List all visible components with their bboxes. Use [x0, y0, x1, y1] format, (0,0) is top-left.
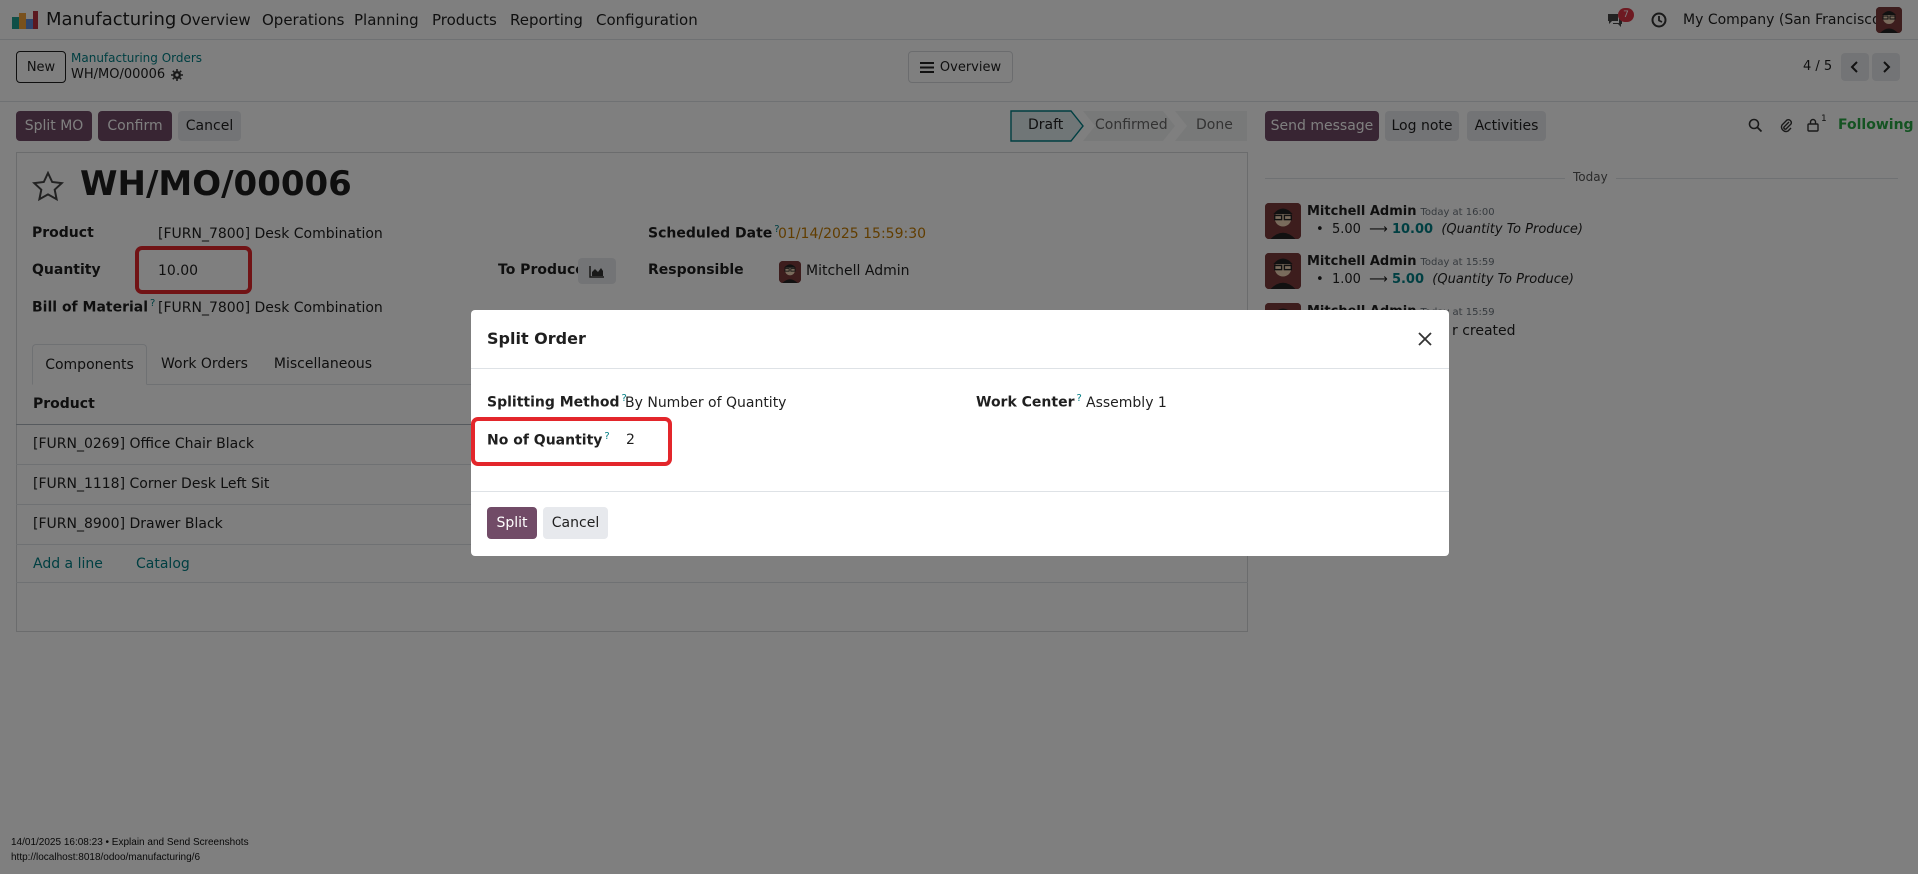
splitting-method-label-text: Splitting Method: [487, 394, 620, 411]
splitting-method-label: Splitting Method?: [487, 393, 627, 411]
close-icon[interactable]: [1417, 331, 1433, 347]
work-center-label: Work Center?: [976, 393, 1082, 411]
dialog-title: Split Order: [487, 329, 586, 348]
work-center-label-text: Work Center: [976, 394, 1075, 411]
dialog-cancel-button[interactable]: Cancel: [543, 507, 608, 539]
dialog-header: Split Order: [471, 310, 1449, 369]
dialog-footer: Split Cancel: [471, 491, 1449, 556]
no-of-quantity-highlight: [471, 417, 672, 466]
split-button[interactable]: Split: [487, 507, 537, 539]
splitting-method-select[interactable]: By Number of Quantity: [625, 395, 786, 411]
work-center-value[interactable]: Assembly 1: [1086, 395, 1167, 411]
help-mark[interactable]: ?: [1076, 393, 1081, 404]
split-order-dialog: Split Order Splitting Method? By Number …: [471, 310, 1449, 556]
